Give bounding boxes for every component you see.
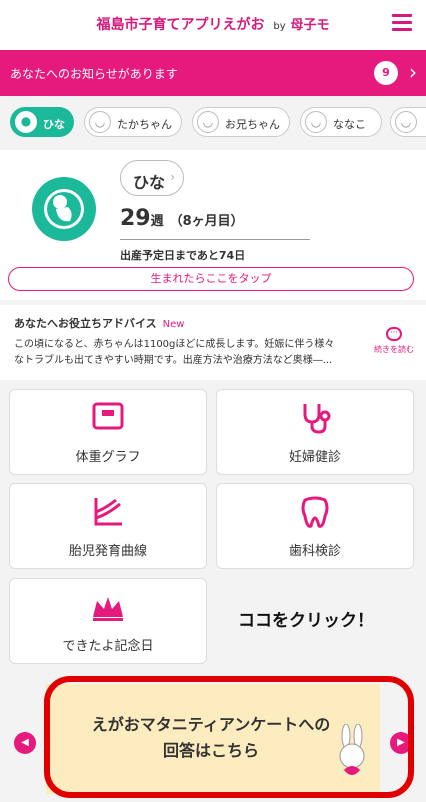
app-header: 福島市子育てアプリえがお by 母子モ — [0, 0, 426, 50]
by-label: by — [273, 21, 286, 32]
baby-face-icon: ◡ — [89, 111, 111, 133]
app-title: 福島市子育てアプリえがお by 母子モ — [0, 14, 426, 34]
card-label: 歯科検診 — [288, 544, 341, 559]
child-name-button[interactable]: ひな › — [120, 160, 184, 196]
child-face-icon: ◡ — [197, 111, 219, 133]
carousel-prev-button[interactable]: ◀ — [14, 732, 36, 754]
banner-line: えがおマタニティアンケートへの — [91, 715, 331, 734]
card-label: できたよ記念日 — [62, 639, 154, 654]
tooth-icon — [217, 496, 413, 528]
tab-label: ひな — [43, 118, 65, 131]
card-label: 妊婦健診 — [288, 450, 341, 465]
stethoscope-icon — [217, 402, 413, 434]
fetal-growth-curve-card[interactable]: 胎児発育曲線 — [9, 483, 207, 569]
carousel-dots — [0, 793, 426, 802]
advice-title: あなたへお役立ちアドバイス New — [14, 315, 184, 331]
notification-bar[interactable]: あなたへのお知らせがあります 9 › — [0, 50, 426, 96]
crown-icon — [10, 591, 206, 623]
chevron-right-icon: › — [409, 60, 417, 84]
dental-checkup-card[interactable]: 歯科検診 — [216, 483, 414, 569]
scale-icon — [10, 402, 206, 434]
child-profile: ひな › 29週 （8ヶ月目） 出産予定日まであと74日 生まれたらここをタップ — [0, 150, 426, 300]
banner-carousel: えがおマタニティアンケートへの 回答はこちら ◀ ▶ — [0, 676, 426, 802]
survey-banner-text: えがおマタニティアンケートへの 回答はこちら — [66, 712, 356, 764]
child-face-icon: ◡ — [395, 111, 417, 133]
carousel-next-button[interactable]: ▶ — [390, 732, 412, 754]
tab-child-hina[interactable]: ● ひな — [10, 107, 74, 137]
new-badge: New — [162, 319, 185, 330]
tab-label: ななこ — [333, 118, 366, 131]
fetus-icon: ● — [15, 111, 37, 133]
advice-body-line: なトラブルも出てきやすい時期です。出産方法や治療方法など奥様―... — [14, 355, 333, 366]
due-date-countdown: 出産予定日まであと74日 — [120, 249, 246, 262]
notification-text: あなたへのお知らせがあります — [10, 67, 178, 81]
tab-child-oniichan[interactable]: ◡ お兄ちゃん — [192, 107, 290, 137]
weeks-unit: 週 — [150, 214, 164, 229]
child-tabs: ● ひな ◡ たかちゃん ◡ お兄ちゃん ◡ ななこ ◡ — [0, 96, 426, 150]
child-face-icon: ◡ — [305, 111, 327, 133]
hamburger-icon[interactable] — [392, 14, 412, 32]
tab-child-partial[interactable]: ◡ — [390, 107, 426, 137]
advice-body-line: この頃になると、赤ちゃんは1100gほどに成長します。妊娠に伴う様々 — [14, 339, 335, 350]
milestone-card[interactable]: できたよ記念日 — [9, 578, 207, 664]
chevron-right-icon: › — [170, 170, 175, 184]
tab-label: お兄ちゃん — [225, 118, 280, 131]
card-label: 胎児発育曲線 — [68, 544, 147, 559]
tab-child-takachan[interactable]: ◡ たかちゃん — [84, 107, 182, 137]
prenatal-checkup-card[interactable]: 妊婦健診 — [216, 389, 414, 475]
card-label: 体重グラフ — [75, 450, 141, 465]
months-label: （8ヶ月目） — [169, 214, 244, 229]
speech-bubble-icon: ··· — [386, 327, 402, 341]
tab-label: たかちゃん — [117, 118, 172, 131]
click-here-callout: ココをクリック！ — [238, 611, 374, 631]
growth-curve-icon — [10, 496, 206, 528]
born-tap-button[interactable]: 生まれたらここをタップ — [8, 267, 414, 291]
app-title-text: 福島市子育てアプリえがお — [96, 17, 265, 33]
weeks-number: 29 — [120, 206, 151, 231]
advice-panel[interactable]: あなたへお役立ちアドバイス New この頃になると、赤ちゃんは1100gほどに成長… — [0, 305, 426, 380]
weight-graph-card[interactable]: 体重グラフ — [9, 389, 207, 475]
pregnancy-weeks: 29週 （8ヶ月目） — [120, 206, 310, 240]
banner-line: 回答はこちら — [162, 741, 259, 760]
advice-title-text: あなたへお役立ちアドバイス — [14, 317, 157, 330]
read-more-button[interactable]: ··· 続きを読む — [374, 327, 414, 355]
advice-body: この頃になると、赤ちゃんは1100gほどに成長します。妊娠に伴う様々 なトラブル… — [14, 337, 359, 369]
tab-child-nanako[interactable]: ◡ ななこ — [300, 107, 382, 137]
notification-count-badge: 9 — [374, 61, 398, 85]
fetus-avatar-icon — [32, 177, 96, 241]
boshimo-logo: 母子モ — [290, 18, 330, 33]
read-more-label: 続きを読む — [374, 345, 414, 354]
child-name: ひな — [133, 173, 166, 192]
